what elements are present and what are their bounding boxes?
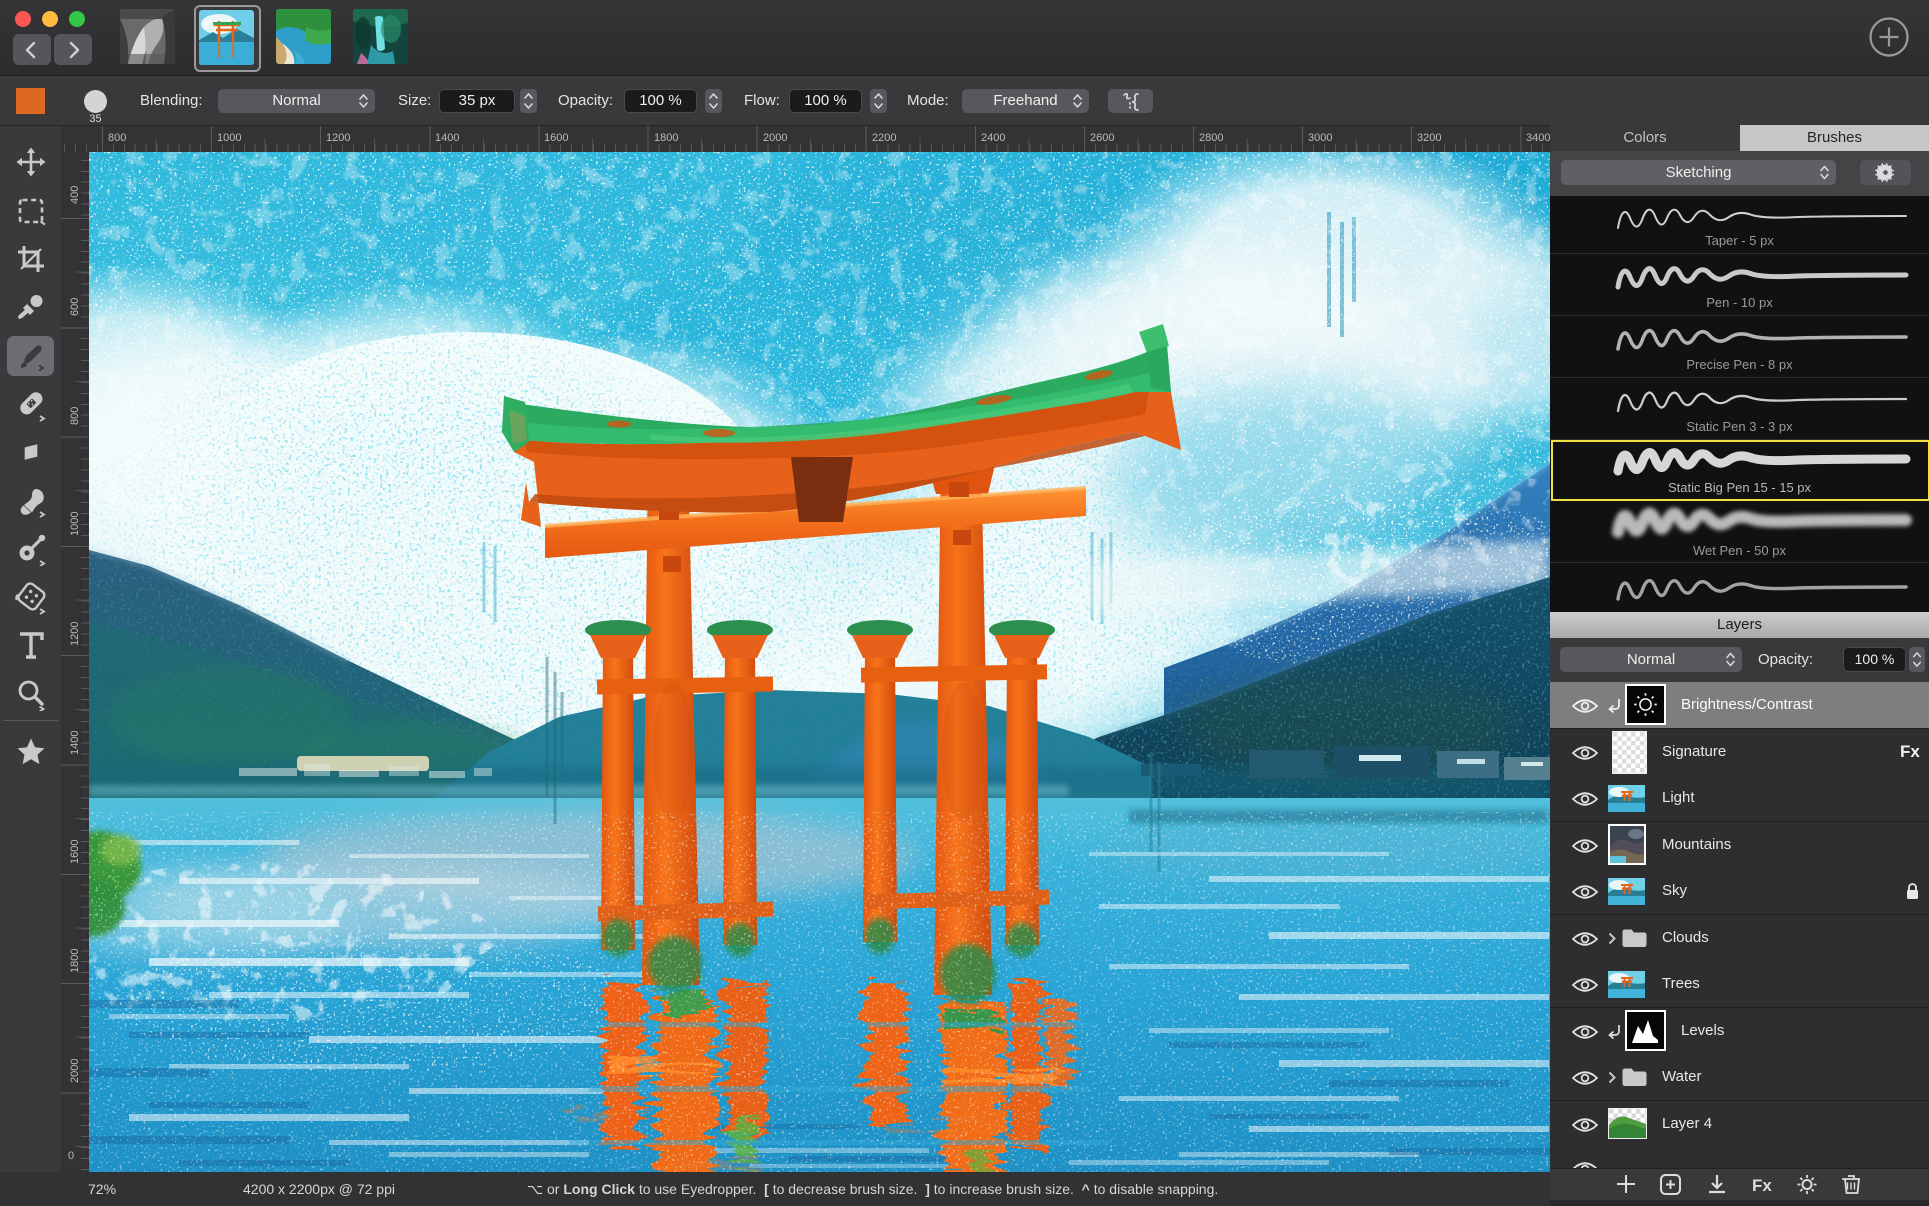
- svg-text:Fx: Fx: [1752, 1176, 1772, 1195]
